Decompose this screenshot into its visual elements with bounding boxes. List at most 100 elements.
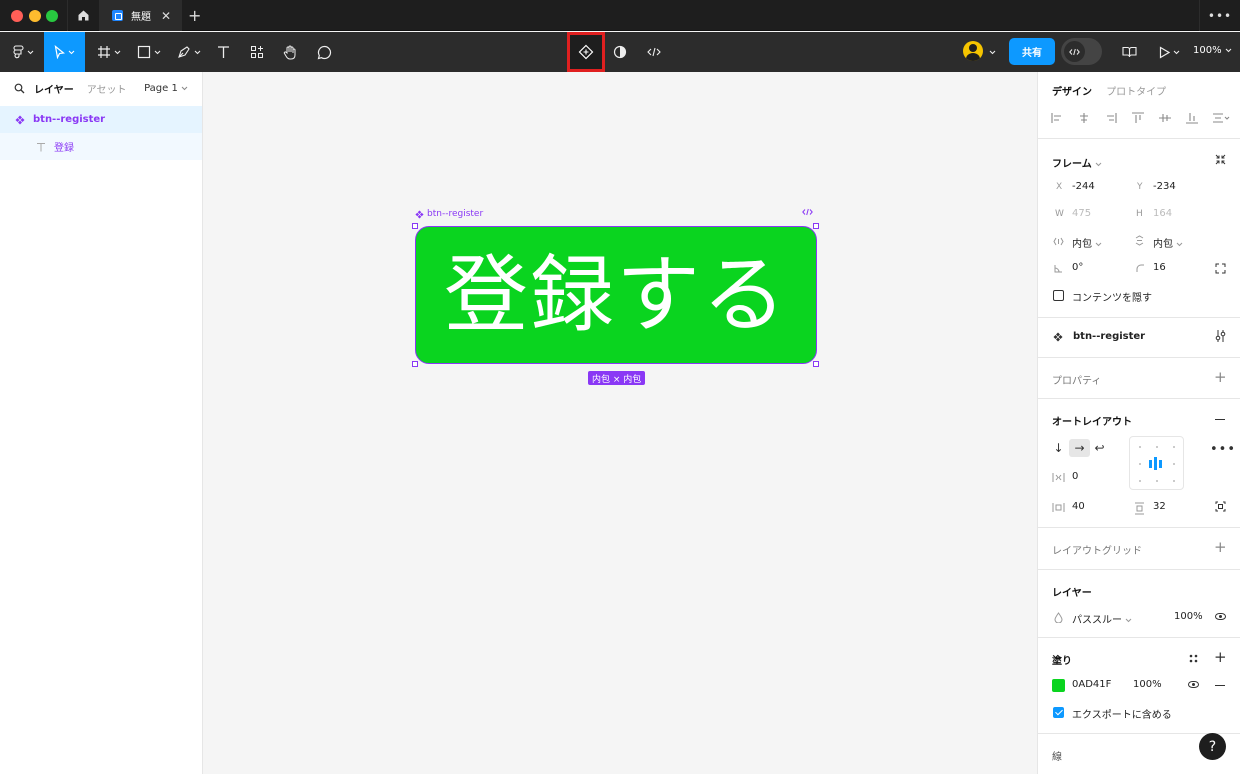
vertical-padding-field[interactable]: 32 [1153,501,1166,512]
search-icon[interactable] [14,83,25,94]
frame-label[interactable]: btn--register [415,209,483,219]
avatar-menu-button[interactable] [986,32,998,72]
frame-icon [98,46,110,58]
remove-autolayout-icon[interactable] [1215,419,1225,420]
tab-assets[interactable]: アセット [87,81,127,96]
main-menu-button[interactable] [6,32,40,72]
align-left-icon[interactable] [1050,112,1064,124]
close-window-button[interactable] [11,10,23,22]
clip-content-checkbox[interactable] [1053,290,1064,301]
new-tab-button[interactable]: + [188,6,201,25]
register-button-frame[interactable]: 登録する [415,226,817,364]
tab-design[interactable]: デザイン [1052,87,1092,98]
comment-tool-button[interactable] [312,32,336,72]
fill-color-swatch[interactable] [1052,679,1065,692]
layer-row-text[interactable]: 登録 [0,133,202,160]
resources-tool-button[interactable] [245,32,269,72]
chevron-down-icon [194,50,201,54]
fill-hex-field[interactable]: 0AD41F [1072,679,1111,690]
canvas[interactable]: btn--register 登録する 内包 × 内包 [203,72,1037,774]
layer-opacity-field[interactable]: 100% [1174,611,1203,622]
help-button[interactable]: ? [1199,733,1226,760]
add-fill-icon[interactable]: + [1214,650,1227,665]
align-right-icon[interactable] [1104,112,1118,124]
file-tab-title: 無題 [131,12,151,23]
create-component-button[interactable] [567,32,605,72]
rotation-field[interactable]: 0° [1072,262,1083,273]
move-icon [54,45,65,59]
tab-layers[interactable]: レイヤー [34,81,74,96]
fill-visibility-eye-icon[interactable] [1188,681,1199,688]
close-tab-icon[interactable]: ✕ [161,9,171,23]
remove-fill-icon[interactable] [1215,685,1225,686]
more-options-icon[interactable]: ••• [1199,0,1240,31]
component-settings-icon[interactable] [1215,329,1226,343]
resize-handle-top-right[interactable] [813,223,819,229]
horizontal-direction-button[interactable]: → [1069,439,1090,457]
distribute-icon[interactable] [1212,112,1230,124]
add-layout-grid-icon[interactable]: + [1214,540,1227,555]
independent-corners-icon[interactable] [1215,263,1226,274]
layer-name: btn--register [33,114,106,125]
mask-icon [613,45,627,59]
alignment-grid[interactable] [1129,436,1184,490]
pen-tool-button[interactable] [173,32,205,72]
gap-icon [1052,473,1065,482]
frame-section-title[interactable]: フレーム [1052,155,1102,170]
fill-opacity-field[interactable]: 100% [1133,679,1162,690]
chevron-down-icon [68,50,75,54]
wrap-direction-button[interactable]: ↩ [1089,439,1110,457]
align-top-icon[interactable] [1131,112,1145,124]
tab-prototype[interactable]: プロトタイプ [1106,87,1166,98]
align-vertical-center-icon[interactable] [1158,112,1172,124]
align-bottom-icon[interactable] [1185,112,1199,124]
vertical-padding-icon [1135,502,1144,515]
horizontal-padding-field[interactable]: 40 [1072,501,1085,512]
layer-row-component[interactable]: btn--register [0,106,202,133]
code-tag-icon[interactable] [802,208,813,219]
layer-visibility-eye-icon[interactable] [1215,613,1226,620]
zoom-menu[interactable]: 100% [1193,45,1232,56]
export-checkbox[interactable] [1053,707,1064,718]
individual-padding-icon[interactable] [1215,501,1226,512]
present-button[interactable] [1154,32,1184,72]
hand-tool-button[interactable] [278,32,302,72]
dev-mode-toggle[interactable] [1061,38,1102,65]
move-tool-button[interactable] [44,32,85,72]
frame-tool-button[interactable] [93,32,125,72]
resources-icon [251,46,263,58]
style-grid-icon[interactable] [1189,654,1198,663]
vertical-resizing-select[interactable]: 内包 [1153,235,1183,250]
align-horizontal-center-icon[interactable] [1077,112,1091,124]
text-icon [217,46,229,58]
y-field[interactable]: -234 [1153,181,1176,192]
user-avatar[interactable] [963,41,983,61]
mask-button[interactable] [608,32,632,72]
share-button[interactable]: 共有 [1009,38,1055,65]
minimize-window-button[interactable] [29,10,41,22]
width-field[interactable]: 475 [1072,208,1091,219]
x-field[interactable]: -244 [1072,181,1095,192]
blend-mode-select[interactable]: パススルー [1072,611,1132,626]
resize-handle-top-left[interactable] [412,223,418,229]
resize-handle-bottom-left[interactable] [412,361,418,367]
home-button[interactable] [67,0,100,31]
vertical-direction-button[interactable]: ↓ [1048,439,1069,457]
code-button[interactable] [642,32,666,72]
horizontal-resizing-select[interactable]: 内包 [1072,235,1102,250]
gap-field[interactable]: 0 [1072,471,1078,482]
library-button[interactable] [1118,32,1140,72]
resize-to-fit-icon[interactable] [1215,154,1226,165]
resize-handle-bottom-right[interactable] [813,361,819,367]
chevron-down-icon [114,50,121,54]
text-tool-button[interactable] [211,32,235,72]
more-options-icon[interactable]: ••• [1210,442,1236,457]
shape-tool-button[interactable] [133,32,165,72]
vertical-resizing-icon [1135,235,1144,246]
maximize-window-button[interactable] [46,10,58,22]
corner-radius-field[interactable]: 16 [1153,262,1166,273]
file-tab[interactable]: 無題 ✕ [100,0,182,31]
height-field[interactable]: 164 [1153,208,1172,219]
add-property-icon[interactable]: + [1214,370,1227,385]
page-selector[interactable]: Page 1 [144,83,188,94]
